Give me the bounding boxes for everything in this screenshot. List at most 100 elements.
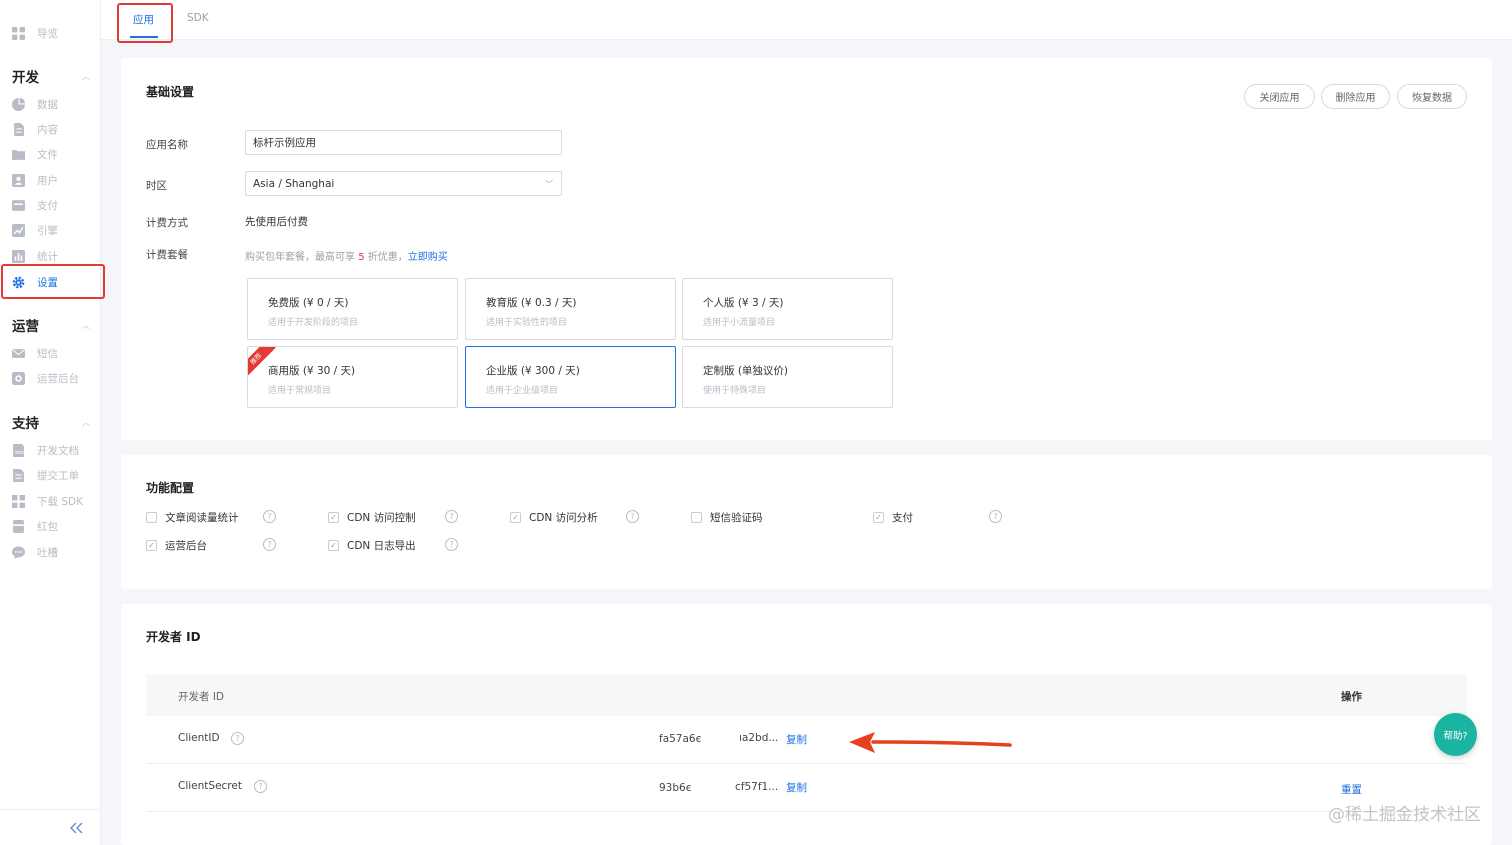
feature-cdn-analytics[interactable]: CDN 访问分析	[510, 510, 598, 525]
sidebar-item-content[interactable]: 内容	[0, 118, 101, 140]
sidebar-item-label: 导览	[37, 27, 58, 40]
sidebar-item-label: 开发文档	[37, 444, 79, 457]
plan-card-free[interactable]: 免费版 (¥ 0 / 天) 适用于开发阶段的项目	[247, 278, 458, 340]
delete-app-button[interactable]: 删除应用	[1321, 84, 1390, 109]
sidebar-item-engine[interactable]: 引擎	[0, 219, 101, 241]
question-icon[interactable]: ?	[254, 780, 267, 793]
sidebar-item-label: 短信	[37, 347, 58, 360]
sidebar-item-label: 设置	[37, 276, 58, 289]
tab-app[interactable]: 应用	[133, 12, 154, 27]
buy-now-link[interactable]: 立即购买	[408, 252, 448, 263]
gift-icon	[12, 519, 25, 533]
feature-article-stats[interactable]: 文章阅读量统计	[146, 510, 239, 525]
app-name-input[interactable]: 标杆示例应用	[245, 130, 562, 155]
sidebar-item-ops-console[interactable]: 运营后台	[0, 367, 101, 389]
question-icon[interactable]: ?	[445, 538, 458, 551]
feature-cdn-access-control[interactable]: CDN 访问控制	[328, 510, 416, 525]
help-button[interactable]: 帮助?	[1434, 713, 1477, 756]
plan-hint: 购买包年套餐，最高可享 5 折优惠，立即购买	[245, 248, 448, 263]
sidebar-item-sms[interactable]: 短信	[0, 342, 101, 364]
sidebar-item-docs[interactable]: doc 开发文档	[0, 439, 101, 461]
sidebar-item-settings[interactable]: 设置	[0, 271, 101, 293]
sidebar: 导览 开发 ︿ 数据 内容 文件 用户 支付 引擎 统计 设置 运营 ︿ 短信 运营…	[0, 0, 105, 845]
copy-link[interactable]: 复制	[786, 780, 807, 795]
grid-icon	[12, 26, 25, 40]
sidebar-section-support[interactable]: 支持 ︿	[12, 412, 90, 432]
timezone-select[interactable]: Asia / Shanghai ﹀	[245, 171, 562, 196]
question-icon[interactable]: ?	[231, 732, 244, 745]
checkbox[interactable]	[328, 540, 339, 551]
plan-card-business[interactable]: 推荐 商用版 (¥ 30 / 天) 适用于常规项目	[247, 346, 458, 408]
sidebar-item-ticket[interactable]: 提交工单	[0, 464, 101, 486]
plan-hint-text: 折优惠，	[364, 252, 408, 263]
folder-icon	[12, 148, 25, 161]
sidebar-item-sdk[interactable]: 下载 SDK	[0, 490, 101, 512]
mail-icon	[12, 347, 25, 360]
billing-label: 计费方式	[146, 217, 188, 229]
bar-chart-icon	[12, 249, 25, 263]
feature-ops-console[interactable]: 运营后台	[146, 538, 207, 553]
checkbox[interactable]	[691, 512, 702, 523]
feature-sms-code[interactable]: 短信验证码	[691, 510, 763, 525]
sidebar-item-files[interactable]: 文件	[0, 143, 101, 165]
sidebar-section-ops[interactable]: 运营 ︿	[12, 315, 90, 335]
sidebar-item-label: 吐槽	[37, 546, 58, 559]
app-name-label: 应用名称	[146, 139, 188, 151]
checkbox[interactable]	[873, 512, 884, 523]
chevron-up-icon: ︿	[82, 320, 90, 330]
plan-name: 免费版 (¥ 0 / 天)	[268, 297, 349, 309]
sidebar-item-stats[interactable]: 统计	[0, 245, 101, 267]
row-name: ClientID	[178, 732, 220, 744]
package-icon	[12, 494, 25, 508]
chevron-down-icon: ﹀	[545, 180, 553, 189]
reset-link[interactable]: 重置	[1341, 782, 1362, 797]
close-app-button[interactable]: 关闭应用	[1244, 84, 1315, 109]
tab-sdk[interactable]: SDK	[187, 12, 209, 24]
double-chevron-left-icon	[69, 821, 85, 834]
sidebar-item-label: 引擎	[37, 224, 58, 237]
plan-card-personal[interactable]: 个人版 (¥ 3 / 天) 适用于小流量项目	[682, 278, 893, 340]
sidebar-item-data[interactable]: 数据	[0, 93, 101, 115]
top-tabs: 应用 SDK	[101, 0, 1512, 43]
sidebar-item-red-packet[interactable]: 红包	[0, 515, 101, 537]
feature-label: 支付	[892, 512, 913, 524]
checkbox[interactable]	[146, 540, 157, 551]
question-icon[interactable]: ?	[626, 510, 639, 523]
checkbox[interactable]	[510, 512, 521, 523]
sidebar-item-users[interactable]: 用户	[0, 169, 101, 191]
copy-link[interactable]: 复制	[786, 732, 807, 747]
chevron-up-icon: ︿	[82, 71, 90, 81]
question-icon[interactable]: ?	[445, 510, 458, 523]
feature-label: 运营后台	[165, 540, 207, 552]
document-icon	[12, 122, 25, 136]
table-row: ClientSecret ? 93b6є cf57f1... 复制 重置	[146, 764, 1467, 812]
question-icon[interactable]: ?	[263, 510, 276, 523]
plan-hint-text: 购买包年套餐，最高可享	[245, 252, 359, 263]
feature-label: CDN 日志导出	[347, 540, 416, 552]
plan-card-edu[interactable]: 教育版 (¥ 0.3 / 天) 适用于实验性的项目	[465, 278, 676, 340]
sidebar-item-label: 文件	[37, 148, 58, 161]
plan-card-custom[interactable]: 定制版 (单独议价) 使用于特殊项目	[682, 346, 893, 408]
col-developer-id: 开发者 ID	[178, 691, 225, 703]
trend-icon	[12, 223, 25, 237]
sidebar-item-overview[interactable]: 导览	[0, 22, 101, 44]
sidebar-item-feedback[interactable]: 吐槽	[0, 541, 101, 563]
question-icon[interactable]: ?	[989, 510, 1002, 523]
plan-name: 教育版 (¥ 0.3 / 天)	[486, 297, 577, 309]
sidebar-item-pay[interactable]: 支付	[0, 194, 101, 216]
sidebar-collapse-button[interactable]	[0, 809, 101, 845]
plan-desc: 适用于企业级项目	[486, 386, 559, 396]
feature-pay[interactable]: 支付	[873, 510, 913, 525]
row-value-end: ıa2bd...	[739, 732, 779, 744]
checkbox[interactable]	[328, 512, 339, 523]
question-icon[interactable]: ?	[263, 538, 276, 551]
feature-label: CDN 访问控制	[347, 512, 416, 524]
svg-text:doc: doc	[15, 449, 25, 455]
checkbox[interactable]	[146, 512, 157, 523]
feature-cdn-log-export[interactable]: CDN 日志导出	[328, 538, 416, 553]
sidebar-section-dev[interactable]: 开发 ︿	[12, 66, 90, 86]
plan-card-enterprise[interactable]: 企业版 (¥ 300 / 天) 适用于企业级项目	[465, 346, 676, 408]
section-title: 开发	[12, 70, 39, 86]
user-icon	[12, 173, 25, 187]
restore-data-button[interactable]: 恢复数据	[1397, 84, 1467, 109]
